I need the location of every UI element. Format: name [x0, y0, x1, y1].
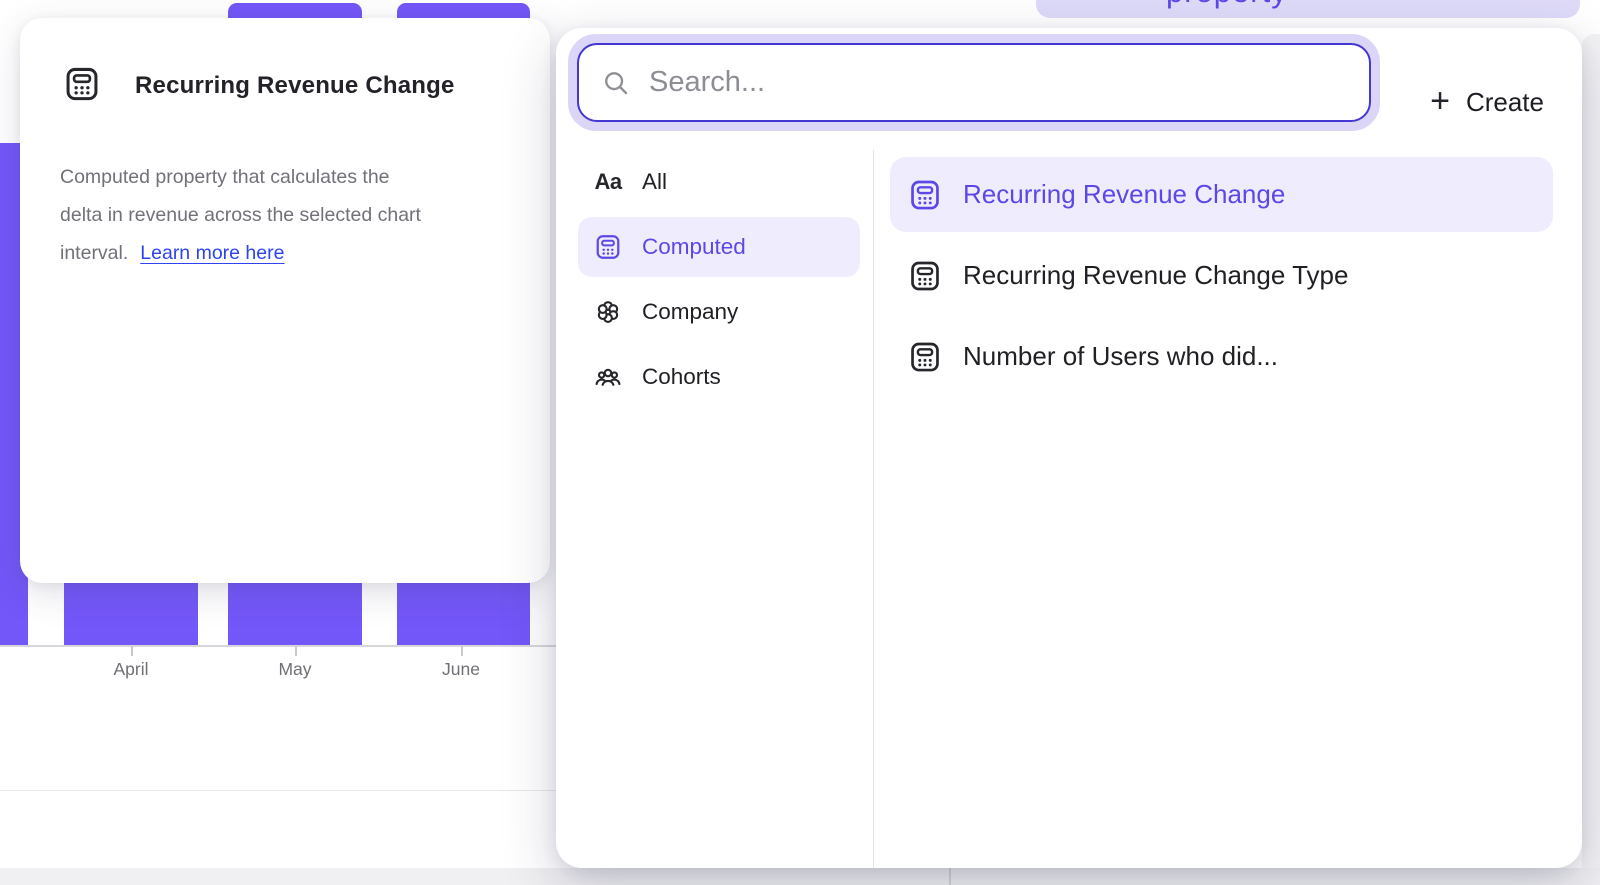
category-item-computed[interactable]: Computed [578, 217, 860, 277]
text-format-icon: Aa [593, 167, 623, 197]
screen: April May June property Recurring Revenu… [0, 0, 1600, 885]
x-axis-label-may: May [278, 659, 311, 680]
property-result-recurring-revenue-change[interactable]: Recurring Revenue Change [890, 157, 1553, 232]
axis-tick [295, 646, 297, 656]
category-item-company[interactable]: Company [578, 282, 860, 342]
calculator-icon [593, 232, 623, 262]
axis-tick [131, 646, 133, 656]
property-picker-modal: + Create Aa All Computed [556, 28, 1582, 868]
tooltip-description: Computed property that calculates the de… [60, 158, 512, 272]
axis-tick [461, 646, 463, 656]
property-result-list: Recurring Revenue Change Recurring Reven… [890, 157, 1553, 400]
category-item-cohorts[interactable]: Cohorts [578, 347, 860, 407]
tooltip-description-line: Computed property that calculates the [60, 158, 512, 196]
calculator-icon [908, 259, 942, 293]
calculator-icon [908, 340, 942, 374]
property-result-recurring-revenue-change-type[interactable]: Recurring Revenue Change Type [890, 238, 1553, 313]
chart-x-axis [0, 645, 556, 647]
selected-property-pill-label: property [1166, 0, 1288, 10]
calculator-icon [63, 65, 101, 103]
x-axis-label-april: April [113, 659, 148, 680]
cohorts-people-icon [593, 362, 623, 392]
tooltip-title: Recurring Revenue Change [135, 72, 455, 100]
calculator-icon [908, 178, 942, 212]
search-focus-ring [568, 34, 1380, 131]
search-icon [601, 68, 631, 98]
chart-panel-bottom-border [0, 790, 556, 791]
modal-column-divider [873, 150, 874, 868]
property-result-number-of-users[interactable]: Number of Users who did... [890, 319, 1553, 394]
learn-more-link[interactable]: Learn more here [140, 242, 284, 264]
property-tooltip-card: Recurring Revenue Change Computed proper… [20, 18, 550, 583]
plus-icon: + [1430, 84, 1450, 118]
tooltip-description-line: interval. [60, 242, 128, 264]
tooltip-description-line: delta in revenue across the selected cha… [60, 196, 512, 234]
search-input[interactable] [649, 45, 1369, 120]
x-axis-label-june: June [442, 659, 480, 680]
company-icon [593, 297, 623, 327]
background-bottom-strip [0, 868, 1600, 885]
search-box [577, 43, 1371, 122]
create-button[interactable]: + Create [1430, 74, 1544, 130]
background-panel-divider [949, 868, 951, 885]
selected-property-pill[interactable]: property [1036, 0, 1580, 18]
background-page-edge [1582, 34, 1600, 885]
category-item-all[interactable]: Aa All [578, 152, 860, 212]
category-list: Aa All Computed [578, 152, 860, 412]
